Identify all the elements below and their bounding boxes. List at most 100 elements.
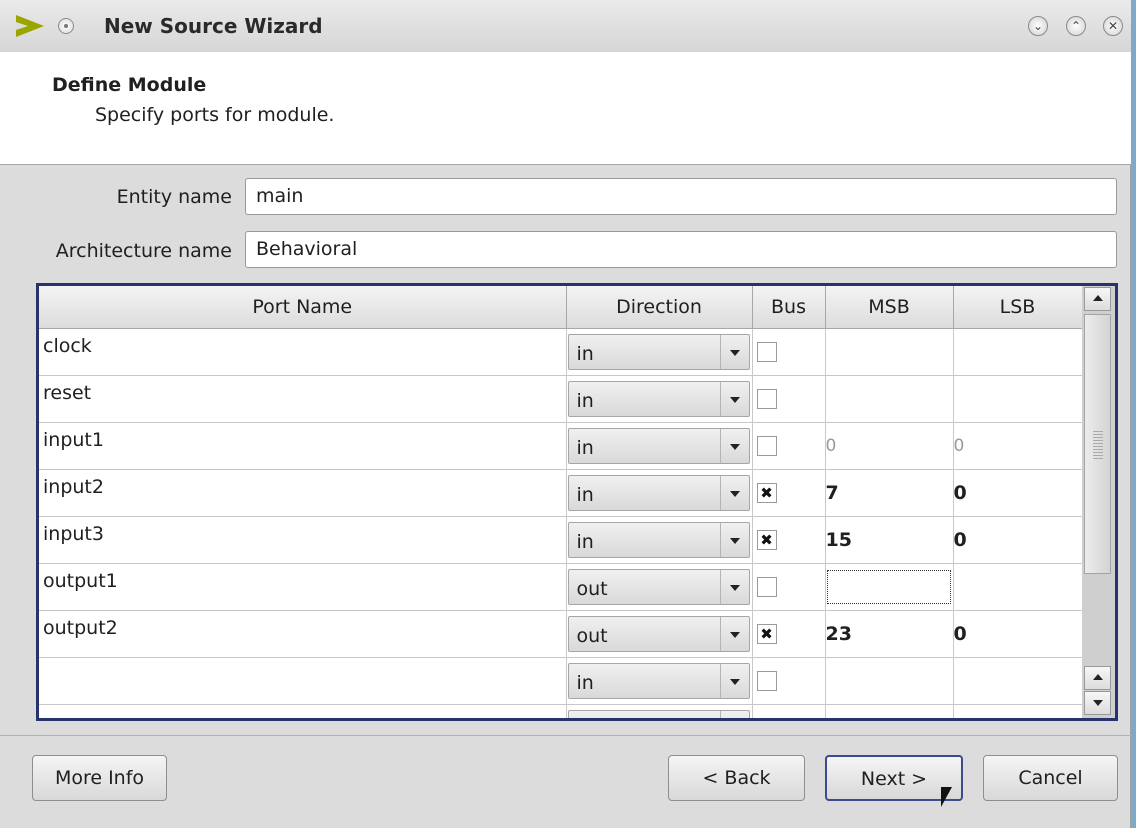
chevron-down-icon [729,350,740,356]
table-row: output1 out [39,563,1083,611]
table-row: reset in [39,375,1083,423]
direction-cell: in [566,422,753,470]
column-header-lsb[interactable]: LSB [953,286,1083,329]
msb-cell[interactable] [825,375,954,423]
lsb-cell[interactable]: 0 [953,610,1083,658]
column-header-port-name[interactable]: Port Name [39,286,567,329]
lsb-cell[interactable]: 0 [953,516,1083,564]
table-vertical-scrollbar[interactable] [1082,286,1115,718]
direction-cell: in [566,469,753,517]
bus-checkbox[interactable] [756,671,777,691]
port-name-cell[interactable]: input3 [39,516,567,564]
minimize-icon[interactable]: ⌄ [1028,16,1048,36]
page-title: Define Module [52,74,207,96]
port-name-cell[interactable] [39,704,567,718]
bus-cell: ✖ [752,610,826,658]
direction-cell: out [566,610,753,658]
msb-cell[interactable] [825,328,954,376]
direction-dropdown[interactable]: in [567,381,750,417]
table-row: input1 in 0 0 [39,422,1083,470]
port-name-cell[interactable]: reset [39,375,567,423]
chevron-down-icon [729,585,740,591]
direction-dropdown[interactable]: in [567,428,750,464]
scroll-up-button[interactable] [1084,287,1111,311]
bus-cell [752,704,826,721]
lsb-cell[interactable]: 0 [953,469,1083,517]
cancel-button[interactable]: Cancel [983,755,1118,801]
chevron-down-icon [729,491,740,497]
direction-value: in [576,484,594,506]
chevron-down-icon [729,538,740,544]
direction-dropdown[interactable]: out [567,616,750,652]
arrow-down-icon [1093,700,1103,706]
architecture-name-field[interactable]: Behavioral [245,231,1117,268]
direction-value: in [576,531,594,553]
direction-dropdown[interactable]: in [567,475,750,511]
column-header-direction[interactable]: Direction [566,286,753,329]
direction-cell: in [566,328,753,376]
port-name-cell[interactable]: input2 [39,469,567,517]
port-name-cell[interactable]: output1 [39,563,567,611]
back-button[interactable]: < Back [668,755,805,801]
direction-cell: in [566,516,753,564]
lsb-cell[interactable] [953,657,1083,705]
table-row: input2 in ✖ 7 0 [39,469,1083,517]
direction-value: in [576,390,594,412]
bus-checkbox[interactable]: ✖ [756,624,777,644]
scroll-down-button[interactable] [1084,691,1111,715]
port-name-cell[interactable] [39,657,567,705]
arrow-up-icon [1093,674,1103,680]
entity-name-field[interactable]: main [245,178,1117,215]
bus-cell: ✖ [752,516,826,564]
msb-cell[interactable]: 23 [825,610,954,658]
table-row: clock in [39,328,1083,376]
column-header-bus[interactable]: Bus [752,286,826,329]
lsb-cell[interactable] [953,704,1083,718]
direction-dropdown[interactable]: in [567,710,750,721]
column-header-msb[interactable]: MSB [825,286,954,329]
lsb-cell[interactable] [953,328,1083,376]
msb-cell[interactable]: 7 [825,469,954,517]
direction-dropdown[interactable]: in [567,334,750,370]
bus-checkbox[interactable] [757,718,777,721]
lsb-cell[interactable] [953,375,1083,423]
ports-table: Port Name Direction Bus MSB LSB clock in… [36,283,1118,721]
direction-cell: in [566,657,753,705]
direction-dropdown[interactable]: in [567,663,750,699]
bus-checkbox[interactable] [756,436,777,456]
bus-checkbox[interactable] [756,577,777,597]
table-row: in [39,657,1083,705]
direction-value: out [576,578,608,600]
direction-dropdown[interactable]: in [567,522,750,558]
bus-checkbox[interactable]: ✖ [756,530,777,550]
scrollbar-thumb[interactable] [1084,314,1111,574]
lsb-cell[interactable] [953,563,1083,611]
msb-cell[interactable] [825,657,954,705]
msb-cell[interactable] [825,704,954,718]
direction-value: in [577,719,594,721]
direction-dropdown[interactable]: out [567,569,750,605]
title-bar[interactable]: New Source Wizard ⌄ ⌃ ✕ [0,0,1131,53]
port-name-cell[interactable]: clock [39,328,567,376]
chevron-down-icon [729,397,740,403]
port-name-cell[interactable]: input1 [39,422,567,470]
bus-checkbox[interactable] [756,389,777,409]
pin-icon[interactable] [58,18,74,34]
port-name-cell[interactable]: output2 [39,610,567,658]
close-icon[interactable]: ✕ [1103,16,1123,36]
direction-value: out [576,625,608,647]
lsb-cell: 0 [953,422,1083,470]
bus-checkbox[interactable] [756,342,777,362]
direction-cell: out [566,563,753,611]
msb-cell[interactable]: 15 [825,516,954,564]
scroll-up-button-lower[interactable] [1084,666,1111,690]
msb-edit-field[interactable] [826,570,951,604]
bus-cell [752,328,826,376]
new-source-wizard-window: New Source Wizard ⌄ ⌃ ✕ Define Module Sp… [0,0,1131,828]
table-row: input3 in ✖ 15 0 [39,516,1083,564]
bus-checkbox[interactable]: ✖ [756,483,777,503]
direction-cell: in [566,375,753,423]
maximize-icon[interactable]: ⌃ [1066,16,1086,36]
more-info-button[interactable]: More Info [32,755,167,801]
msb-cell[interactable] [825,563,954,611]
